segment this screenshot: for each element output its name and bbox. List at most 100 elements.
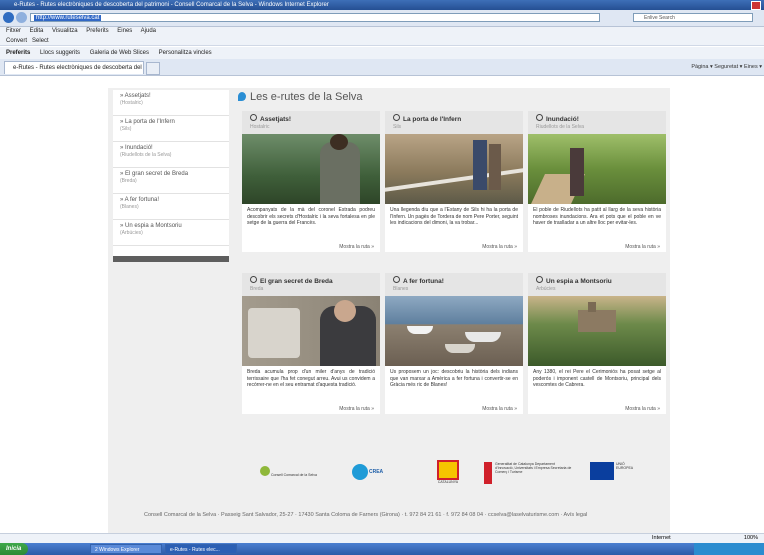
card-photo-soldier[interactable] [242, 134, 380, 204]
convert-toolbar: Convert Select [0, 36, 764, 46]
taskbar-item-explorer[interactable]: 2 Windows Explorer [90, 544, 162, 554]
catalunya-icon [437, 460, 459, 480]
card-title: Assetjats! [250, 114, 374, 124]
fav-item[interactable]: Galeria de Web Slices [90, 50, 149, 56]
show-route-link[interactable]: Mostra la ruta » [242, 405, 380, 414]
page-viewport: » Assetjats! (Hostalric) » La porta de l'… [0, 76, 764, 542]
sidebar-item-porta-infern[interactable]: » La porta de l'Infern (Sils) [113, 116, 229, 142]
sidebar-item-espia-montsoriu[interactable]: » Un espia a Montsoriu (Arbúcies) [113, 220, 229, 246]
card-description: Us proposem un joc: descobriu la històri… [390, 369, 518, 388]
tab-erutes[interactable]: e-Rutes - Rutes electròniques de descobe… [4, 61, 144, 74]
menu-item[interactable]: Ajuda [141, 28, 156, 34]
generalitat-icon [484, 462, 492, 484]
card-header[interactable]: La porta de l'Infern Sils [385, 111, 523, 134]
card-subtitle: Hostalric [250, 124, 270, 130]
sidebar-item-sub: (Breda) [120, 178, 137, 184]
sidebar-item-sub: (Blanes) [120, 204, 139, 210]
magnifier-icon [250, 114, 257, 121]
sponsor-logos: Consell Comarcal de la Selva CREA CATALU… [240, 456, 660, 496]
window-title: e-Rutes - Rutes electròniques de descobe… [14, 2, 329, 8]
logo-generalitat[interactable]: Generalitat de Catalunya Departament d'I… [484, 462, 574, 484]
logo-consell-selva[interactable]: Consell Comarcal de la Selva [260, 466, 320, 477]
logo-text: Consell Comarcal de la Selva [270, 473, 317, 477]
new-tab-button[interactable] [146, 62, 160, 75]
command-bar[interactable]: Pàgina ▾ Seguretat ▾ Eines ▾ [691, 62, 762, 72]
favorites-button[interactable]: Preferits [6, 50, 30, 56]
route-card-secret-breda: El gran secret de Breda Breda Breda acumu… [242, 273, 380, 414]
sidebar-item-inundacio[interactable]: » Inundació! (Riudellots de la Selva) [113, 142, 229, 168]
logo-unio-europea[interactable]: UNIÓ EUROPEA [590, 462, 638, 480]
page-title-text: Les e-rutes de la Selva [250, 91, 363, 103]
address-url: http://www.ruteselva.cat [34, 15, 102, 21]
magnifier-icon [536, 114, 543, 121]
show-route-link[interactable]: Mostra la ruta » [242, 243, 380, 252]
card-subtitle: Arbúcies [536, 286, 556, 292]
card-title: Inundació! [536, 114, 660, 124]
card-header[interactable]: El gran secret de Breda Breda [242, 273, 380, 296]
forward-button[interactable] [16, 12, 27, 23]
route-card-assetjats: Assetjats! Hostalric Acompanyats de la mà… [242, 111, 380, 252]
show-route-link[interactable]: Mostra la ruta » [528, 405, 666, 414]
card-header[interactable]: A fer fortuna! Blanes [385, 273, 523, 296]
pin-icon [238, 92, 246, 101]
fav-item[interactable]: Llocs suggerits [40, 50, 80, 56]
sidebar-item-sub: (Hostalric) [120, 100, 143, 106]
card-subtitle: Riudellots de la Selva [536, 124, 585, 130]
card-description: Any 1380, el rei Pere el Cerimoniós ha p… [533, 369, 661, 388]
start-button[interactable]: Inicia [0, 543, 28, 555]
card-photo-boardwalk[interactable] [385, 134, 523, 204]
show-route-link[interactable]: Mostra la ruta » [385, 405, 523, 414]
card-header[interactable]: Un espia a Montsoriu Arbúcies [528, 273, 666, 296]
card-header[interactable]: Assetjats! Hostalric [242, 111, 380, 134]
card-header[interactable]: Inundació! Riudellots de la Selva [528, 111, 666, 134]
card-photo-path[interactable] [528, 134, 666, 204]
status-zone: Internet [652, 535, 671, 541]
sidebar-item-secret-breda[interactable]: » El gran secret de Breda (Breda) [113, 168, 229, 194]
magnifier-icon [393, 276, 400, 283]
address-field[interactable]: http://www.ruteselva.cat [30, 13, 600, 22]
card-description: Una llegenda diu que a l'Estany de Sils … [390, 207, 518, 226]
logo-catalunya[interactable]: CATALUNYA [428, 460, 468, 484]
show-route-link[interactable]: Mostra la ruta » [528, 243, 666, 252]
status-bar: Internet 100% [0, 533, 764, 543]
zoom-level[interactable]: 100% [744, 534, 758, 543]
menu-item[interactable]: Fitxer [6, 28, 21, 34]
card-description: El poble de Riudellots ha patit al llarg… [533, 207, 661, 226]
menu-item[interactable]: Eines [117, 28, 132, 34]
sidebar-menu: » Assetjats! (Hostalric) » La porta de l'… [113, 90, 229, 258]
tab-bar: e-Rutes - Rutes electròniques de descobe… [0, 59, 764, 76]
fav-item[interactable]: Personalitza vincles [159, 50, 212, 56]
logo-crea[interactable]: CREA [352, 464, 402, 480]
card-subtitle: Sils [393, 124, 402, 130]
convert-button[interactable]: Convert [6, 38, 27, 44]
search-input[interactable]: Enlive Search [633, 13, 753, 22]
card-subtitle: Breda [250, 286, 264, 292]
route-card-inundacio: Inundació! Riudellots de la Selva El pobl… [528, 111, 666, 252]
menu-item[interactable]: Visualitza [52, 28, 78, 34]
sidebar-item-label: » La porta de l'Infern [120, 119, 175, 125]
window-titlebar: e-Rutes - Rutes electròniques de descobe… [0, 0, 764, 10]
menu-item[interactable]: Preferits [86, 28, 108, 34]
sidebar-item-fer-fortuna[interactable]: » A fer fortuna! (Blanes) [113, 194, 229, 220]
show-route-link[interactable]: Mostra la ruta » [385, 243, 523, 252]
sidebar-item-sub: (Riudellots de la Selva) [120, 152, 172, 158]
close-window-button[interactable] [751, 1, 761, 10]
taskbar-item-ie[interactable]: e-Rutes - Rutes elec... [165, 544, 237, 554]
card-title-text: Un espia a Montsoriu [546, 278, 612, 285]
sidebar-item-assetjats[interactable]: » Assetjats! (Hostalric) [113, 90, 229, 116]
eu-flag-icon [590, 462, 614, 480]
card-photo-beach[interactable] [385, 296, 523, 366]
card-description: Acompanyats de la mà del coronel Estrada… [247, 207, 375, 226]
menu-item[interactable]: Edita [30, 28, 44, 34]
card-title-text: La porta de l'Infern [403, 116, 462, 123]
system-tray [694, 543, 764, 555]
card-photo-castle[interactable] [528, 296, 666, 366]
card-title-text: A fer fortuna! [403, 278, 444, 285]
magnifier-icon [250, 276, 257, 283]
card-photo-pottery[interactable] [242, 296, 380, 366]
card-title-text: Inundació! [546, 116, 579, 123]
back-button[interactable] [3, 12, 14, 23]
route-card-espia-montsoriu: Un espia a Montsoriu Arbúcies Any 1380, e… [528, 273, 666, 414]
select-button[interactable]: Select [32, 38, 49, 44]
sidebar-item-sub: (Arbúcies) [120, 230, 143, 236]
